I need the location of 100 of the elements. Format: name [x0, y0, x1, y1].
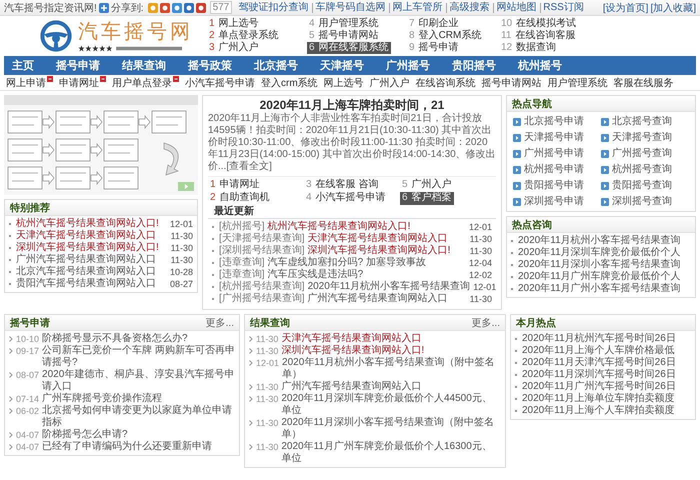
- list-link[interactable]: 杭州汽车摇号结果查询网站入口!: [268, 221, 410, 233]
- quick-link[interactable]: 5 广州入户: [400, 179, 454, 192]
- list-link[interactable]: 2020年11月深圳车牌竞价最低价个人: [518, 247, 681, 259]
- subnav-link[interactable]: 申请网址: [59, 76, 106, 90]
- hot-nav-link[interactable]: 深圳摇号申请: [513, 195, 601, 208]
- nav-link[interactable]: 摇号申请: [56, 58, 100, 73]
- app-icon[interactable]: [172, 2, 182, 12]
- nav-link[interactable]: 主页: [12, 58, 34, 73]
- list-link[interactable]: 贵阳汽车摇号结果查询网站入口: [16, 278, 156, 290]
- list-link[interactable]: 广州汽车摇号结果查询网站入口: [281, 381, 422, 393]
- top-link[interactable]: 车牌号码自选网: [312, 2, 388, 12]
- subnav-link[interactable]: 网上选号: [324, 76, 364, 90]
- nav-link[interactable]: 贵阳摇号: [452, 58, 496, 73]
- list-link[interactable]: 2020年11月深圳车牌竞价最低价个人44500元、单位: [281, 393, 501, 417]
- list-link[interactable]: 2020年11月杭州汽车摇号时间26日: [522, 333, 676, 345]
- hot-nav-link[interactable]: 贵阳摇号申请: [513, 179, 601, 192]
- hot-nav-link[interactable]: 广州摇号申请: [513, 147, 601, 160]
- list-link[interactable]: 2020年11月杭州小客车摇号结果查询: [518, 235, 681, 247]
- app-icon[interactable]: [196, 2, 206, 12]
- subnav-link[interactable]: 网上申请: [6, 76, 53, 90]
- list-link[interactable]: 2020年11月深圳汽车摇号时间26日: [522, 369, 676, 381]
- list-link[interactable]: 深圳汽车摇号结果查询网站入口!: [308, 245, 450, 257]
- subnav-link[interactable]: 小汽车摇号申请: [185, 76, 255, 90]
- list-link[interactable]: 汽车虚线加塞扣分吗? 加塞导致事故: [268, 257, 426, 269]
- quick-link[interactable]: 2 自助查询机: [208, 192, 272, 205]
- quick-link[interactable]: 6 客户档案: [400, 192, 454, 205]
- quick-link[interactable]: 12 数据查询: [499, 42, 558, 54]
- quick-link[interactable]: 1 申请网址: [208, 179, 262, 192]
- subnav-link[interactable]: 登入crm系统: [261, 76, 318, 90]
- list-link[interactable]: 阶梯摇号显示不具备资格怎么办?: [42, 333, 188, 345]
- list-link[interactable]: 公司新车已竞价一个车牌 两购新车可否再申请摇号?: [42, 345, 235, 369]
- quick-link[interactable]: 4 小汽车摇号申请: [304, 192, 388, 205]
- top-link[interactable]: 驾驶证扣分查询: [236, 2, 310, 12]
- quick-link[interactable]: 2 单点登录系统: [207, 30, 281, 42]
- list-link[interactable]: 天津汽车摇号结果查询网站入口: [308, 233, 448, 245]
- list-link[interactable]: 2020年11月深圳小客车摇号结果查询: [518, 259, 681, 271]
- list-link[interactable]: 杭州汽车摇号结果查询网站入口!: [16, 218, 159, 230]
- quick-link[interactable]: 9 摇号申请: [407, 42, 461, 54]
- list-link[interactable]: 广州汽车摇号结果查询网站入口: [308, 293, 448, 305]
- top-action-link[interactable]: [加入收藏]: [650, 0, 696, 14]
- list-link[interactable]: 2020年11月上海个人车牌价格最低: [522, 345, 675, 357]
- list-link[interactable]: 2020年11月天津汽车摇号时间26日: [522, 357, 676, 369]
- hot-nav-link[interactable]: 天津摇号申请: [513, 131, 601, 144]
- list-link[interactable]: 已经有了申请编码为什么还要重新申请: [42, 441, 212, 453]
- list-link[interactable]: 2020年建德市、桐庐县、淳安县汽车摇号申请入口: [42, 369, 235, 393]
- quick-link[interactable]: 1 网上选号: [207, 18, 261, 30]
- quick-link[interactable]: 11 在线咨询客服: [499, 30, 578, 42]
- nav-link[interactable]: 北京摇号: [254, 58, 298, 73]
- subnav-link[interactable]: 摇号申请网站: [482, 76, 542, 90]
- app-icon[interactable]: [148, 2, 158, 12]
- nav-link[interactable]: 广州摇号: [386, 58, 430, 73]
- list-link[interactable]: 广州汽车摇号结果查询网站入口: [16, 254, 156, 266]
- list-link[interactable]: 2020年11月广州小客车摇号结果查询: [518, 283, 681, 295]
- plus-icon[interactable]: [98, 2, 109, 12]
- quick-link[interactable]: 7 印刷企业: [407, 18, 461, 30]
- list-link[interactable]: 2020年11月杭州小客车摇号结果查询（附中签名单）: [282, 357, 501, 381]
- nav-link[interactable]: 摇号政策: [188, 58, 232, 73]
- list-link[interactable]: 广州车牌摇号竞价操作流程: [42, 393, 162, 405]
- hot-nav-link[interactable]: 天津摇号查询: [601, 131, 689, 144]
- hot-nav-link[interactable]: 深圳摇号查询: [601, 195, 689, 208]
- list-link[interactable]: 2020年11月广州车牌竞价最低价个人16300元、单位: [281, 441, 501, 465]
- list-link[interactable]: 北京汽车摇号结果查询网站入口: [16, 266, 156, 278]
- nav-link[interactable]: 天津摇号: [320, 58, 364, 73]
- subnav-link[interactable]: 广州入户: [370, 76, 410, 90]
- app-icon[interactable]: [184, 2, 194, 12]
- list-link[interactable]: 2020年11月广州车牌竞价最低价个人: [518, 271, 681, 283]
- subnav-link[interactable]: 用户管理系统: [548, 76, 608, 90]
- top-action-link[interactable]: [设为首页]: [602, 0, 648, 14]
- quick-link[interactable]: 8 登入CRM系统: [407, 30, 484, 42]
- quick-link[interactable]: 5 摇号申请网站: [307, 30, 381, 42]
- subnav-link[interactable]: 客服在线服务: [614, 76, 674, 90]
- list-link[interactable]: 天津汽车摇号结果查询网站入口: [16, 230, 156, 242]
- nav-link[interactable]: 杭州摇号: [518, 58, 562, 73]
- read-more-link[interactable]: [查看全文]: [226, 161, 272, 172]
- list-link[interactable]: 2020年11月上海单位车牌拍卖额度: [522, 393, 675, 405]
- nav-link[interactable]: 结果查询: [122, 58, 166, 73]
- hot-nav-link[interactable]: 杭州摇号查询: [601, 163, 689, 176]
- quick-link[interactable]: 6 网在线客服系统: [307, 42, 391, 54]
- quick-link[interactable]: 3 在线客服 咨询: [304, 179, 380, 192]
- top-link[interactable]: 网站地图: [493, 2, 538, 12]
- top-link[interactable]: 高级搜索: [446, 2, 492, 12]
- app-icon[interactable]: [160, 2, 170, 12]
- more-link[interactable]: 更多...: [472, 316, 500, 330]
- list-link[interactable]: 阶梯摇号怎么申请?: [42, 429, 128, 441]
- list-link[interactable]: 2020年11月深圳小客车摇号结果查询（附中签名单）: [281, 417, 501, 441]
- hot-nav-link[interactable]: 北京摇号查询: [601, 115, 689, 128]
- hot-nav-link[interactable]: 北京摇号申请: [513, 115, 601, 128]
- quick-link[interactable]: 3 广州入户: [207, 42, 261, 54]
- list-link[interactable]: 2020年11月上海个人车牌拍卖额度: [522, 405, 675, 417]
- list-link[interactable]: 北京摇号如何申请变更为以家庭为单位申请指标: [42, 405, 235, 429]
- top-link[interactable]: RSS订阅: [540, 2, 586, 12]
- list-link[interactable]: 2020年11月杭州小客车摇号结果查询: [308, 281, 470, 293]
- list-link[interactable]: 2020年11月广州汽车摇号时间26日: [522, 381, 676, 393]
- quick-link[interactable]: 10 在线模拟考试: [499, 18, 578, 30]
- more-link[interactable]: 更多...: [206, 316, 234, 330]
- list-link[interactable]: 深圳汽车摇号结果查询网站入口!: [16, 242, 159, 254]
- hot-nav-link[interactable]: 贵阳摇号查询: [601, 179, 689, 192]
- hot-nav-link[interactable]: 杭州摇号申请: [513, 163, 601, 176]
- hot-nav-link[interactable]: 广州摇号查询: [601, 147, 689, 160]
- list-link[interactable]: 天津汽车摇号结果查询网站入口: [281, 333, 422, 345]
